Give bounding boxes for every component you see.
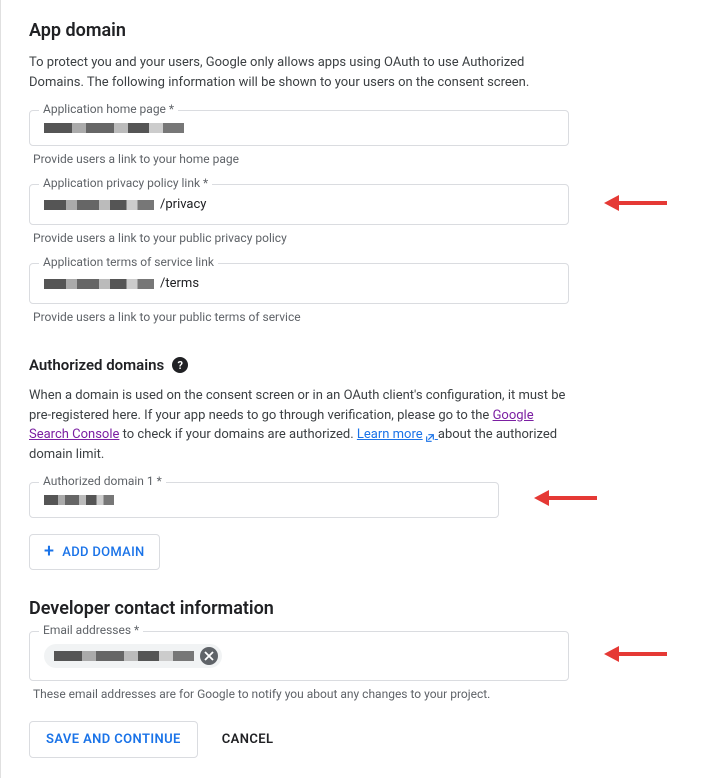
redacted-content: [44, 279, 154, 289]
authorized-domains-description: When a domain is used on the consent scr…: [29, 386, 569, 464]
email-chip: [44, 644, 222, 668]
email-addresses-label: Email addresses *: [39, 623, 143, 637]
terms-of-service-field[interactable]: Application terms of service link /terms: [29, 263, 569, 304]
app-domain-description: To protect you and your users, Google on…: [29, 53, 569, 92]
privacy-policy-helper: Provide users a link to your public priv…: [33, 231, 573, 245]
redacted-content: [44, 495, 114, 505]
arrow-annotation-icon: [529, 486, 599, 514]
authorized-domain-1-label: Authorized domain 1 *: [39, 474, 166, 488]
authorized-domains-title: Authorized domains ?: [29, 356, 697, 374]
external-link-icon: [425, 430, 435, 440]
home-page-label: Application home page *: [39, 102, 178, 116]
home-page-field[interactable]: Application home page *: [29, 110, 569, 146]
terms-of-service-label: Application terms of service link: [39, 255, 218, 269]
redacted-content: [44, 123, 184, 133]
help-icon[interactable]: ?: [172, 357, 188, 373]
developer-contact-title: Developer contact information: [29, 598, 697, 619]
learn-more-link[interactable]: Learn more: [357, 427, 438, 442]
terms-of-service-value: /terms: [160, 276, 199, 291]
privacy-policy-label: Application privacy policy link *: [39, 176, 212, 190]
redacted-content: [54, 651, 194, 661]
save-and-continue-button[interactable]: SAVE AND CONTINUE: [29, 721, 198, 758]
add-domain-button[interactable]: + ADD DOMAIN: [29, 534, 160, 570]
email-addresses-helper: These email addresses are for Google to …: [33, 687, 573, 701]
plus-icon: +: [44, 543, 54, 561]
redacted-content: [44, 200, 154, 210]
terms-of-service-helper: Provide users a link to your public term…: [33, 310, 573, 324]
arrow-annotation-icon: [599, 642, 669, 670]
button-row: SAVE AND CONTINUE CANCEL: [29, 721, 697, 758]
authorized-domain-1-field[interactable]: Authorized domain 1 *: [29, 482, 499, 518]
privacy-policy-field[interactable]: Application privacy policy link * /priva…: [29, 184, 569, 225]
email-addresses-field[interactable]: Email addresses *: [29, 631, 569, 681]
arrow-annotation-icon: [599, 191, 669, 219]
chip-remove-icon[interactable]: [200, 647, 218, 665]
privacy-policy-value: /privacy: [160, 197, 206, 212]
cancel-button[interactable]: CANCEL: [222, 732, 274, 747]
app-domain-title: App domain: [29, 20, 697, 41]
home-page-helper: Provide users a link to your home page: [33, 152, 573, 166]
